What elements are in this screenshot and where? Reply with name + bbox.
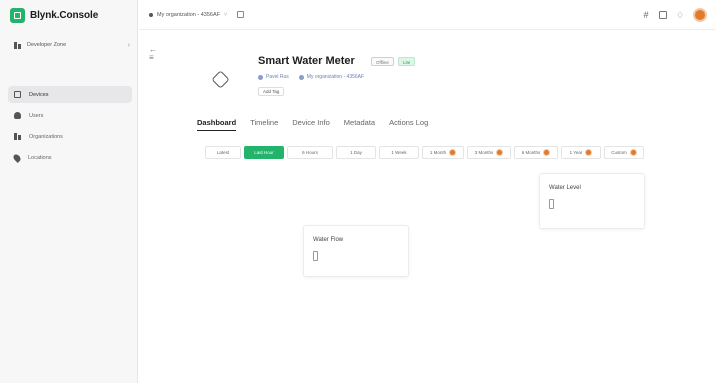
- back-arrow-icon[interactable]: ← ≡: [149, 46, 157, 62]
- user-icon: [258, 74, 263, 80]
- widget-title: Water Level: [549, 185, 581, 191]
- brand-name: Blynk.Console: [30, 10, 99, 21]
- sidebar: Blynk.Console Developer Zone › Devices U…: [0, 0, 138, 383]
- add-tag-button[interactable]: Add Tag: [258, 87, 285, 96]
- org-dot-icon: [149, 12, 153, 17]
- tab-metadata[interactable]: Metadata: [344, 118, 375, 131]
- range-custom[interactable]: Custom: [604, 146, 644, 159]
- owner-link[interactable]: Pavel Rus: [258, 74, 289, 80]
- range-label: 1 Month: [429, 150, 447, 155]
- range-3-months[interactable]: 3 Months: [467, 146, 511, 159]
- locations-icon: [12, 152, 22, 163]
- organization-label: My organization - 4356AF: [306, 74, 365, 80]
- org-icon: [14, 41, 21, 49]
- blynk-logo-icon: [10, 8, 25, 23]
- tab-dashboard[interactable]: Dashboard: [197, 118, 237, 131]
- status-badge: Offline: [371, 57, 394, 66]
- device-meta: Pavel Rus My organization - 4356AF: [258, 74, 364, 80]
- devices-icon: [14, 91, 21, 98]
- organizations-icon: [14, 133, 21, 140]
- sidebar-item-organizations[interactable]: Organizations: [8, 128, 132, 145]
- range-last-hour[interactable]: Last Hour: [244, 146, 284, 159]
- widget-water-flow[interactable]: Water Flow: [303, 225, 409, 277]
- widget-value: [313, 251, 318, 261]
- premium-icon: [449, 149, 457, 156]
- device-title: Smart Water Meter: [258, 55, 355, 67]
- device-image: [203, 62, 237, 96]
- organization-link[interactable]: My organization - 4356AF: [298, 74, 365, 80]
- org-breadcrumb-label: My organization - 4356AF: [157, 11, 220, 18]
- sidebar-item-locations[interactable]: Locations: [8, 149, 132, 166]
- premium-icon: [496, 149, 504, 156]
- range-6-months[interactable]: 6 Months: [514, 146, 558, 159]
- range-1-day[interactable]: 1 Day: [336, 146, 376, 159]
- brand[interactable]: Blynk.Console: [10, 8, 98, 23]
- topbar-actions: # ♢: [642, 8, 707, 22]
- tab-actions-log[interactable]: Actions Log: [389, 118, 428, 131]
- org-selector-label: Developer Zone: [27, 42, 67, 48]
- sidebar-item-label: Devices: [29, 91, 49, 98]
- chevron-right-icon: ›: [127, 41, 130, 49]
- premium-icon: [543, 149, 551, 156]
- chevron-down-icon: ˅: [223, 11, 228, 18]
- range-6-hours[interactable]: 6 Hours: [287, 146, 333, 159]
- org-selector[interactable]: Developer Zone ›: [14, 38, 130, 52]
- widget-title: Water Flow: [313, 237, 344, 243]
- device-tabs: Dashboard Timeline Device Info Metadata …: [197, 118, 428, 131]
- widget-value: [549, 199, 554, 209]
- sidebar-item-label: Organizations: [29, 133, 63, 140]
- range-latest[interactable]: Latest: [205, 146, 241, 159]
- bell-icon[interactable]: ♢: [676, 11, 684, 20]
- range-1-month[interactable]: 1 Month: [422, 146, 464, 159]
- sidebar-item-users[interactable]: Users: [8, 107, 132, 124]
- users-icon: [14, 112, 21, 119]
- owner-label: Pavel Rus: [266, 74, 289, 80]
- premium-icon: [629, 149, 637, 156]
- sidebar-nav: Devices Users Organizations Locations: [8, 86, 132, 170]
- premium-icon: [585, 149, 593, 156]
- range-1-year[interactable]: 1 Year: [561, 146, 601, 159]
- range-label: 1 Year: [569, 150, 583, 155]
- building-icon: [298, 74, 304, 80]
- sidebar-item-label: Locations: [28, 154, 52, 161]
- tab-device-info[interactable]: Device Info: [292, 118, 330, 131]
- time-range-selector: Latest Last Hour 6 Hours 1 Day 1 Week 1 …: [205, 146, 644, 159]
- code-icon[interactable]: #: [642, 11, 650, 20]
- copy-icon[interactable]: [237, 11, 245, 18]
- tab-timeline[interactable]: Timeline: [250, 118, 278, 131]
- cube-icon: [210, 69, 230, 89]
- range-label: 3 Months: [474, 150, 494, 155]
- widget-water-level[interactable]: Water Level: [539, 173, 645, 229]
- org-breadcrumb[interactable]: My organization - 4356AF ˅: [149, 11, 245, 18]
- user-avatar[interactable]: [693, 8, 707, 22]
- range-1-week[interactable]: 1 Week: [379, 146, 419, 159]
- sidebar-item-label: Users: [29, 112, 44, 119]
- sidebar-item-devices[interactable]: Devices: [8, 86, 132, 103]
- topbar: My organization - 4356AF ˅ # ♢: [139, 0, 715, 30]
- help-icon[interactable]: [659, 11, 667, 19]
- plan-badge: Lite: [398, 57, 416, 66]
- range-label: 6 Months: [521, 150, 541, 155]
- range-label: Custom: [611, 150, 627, 155]
